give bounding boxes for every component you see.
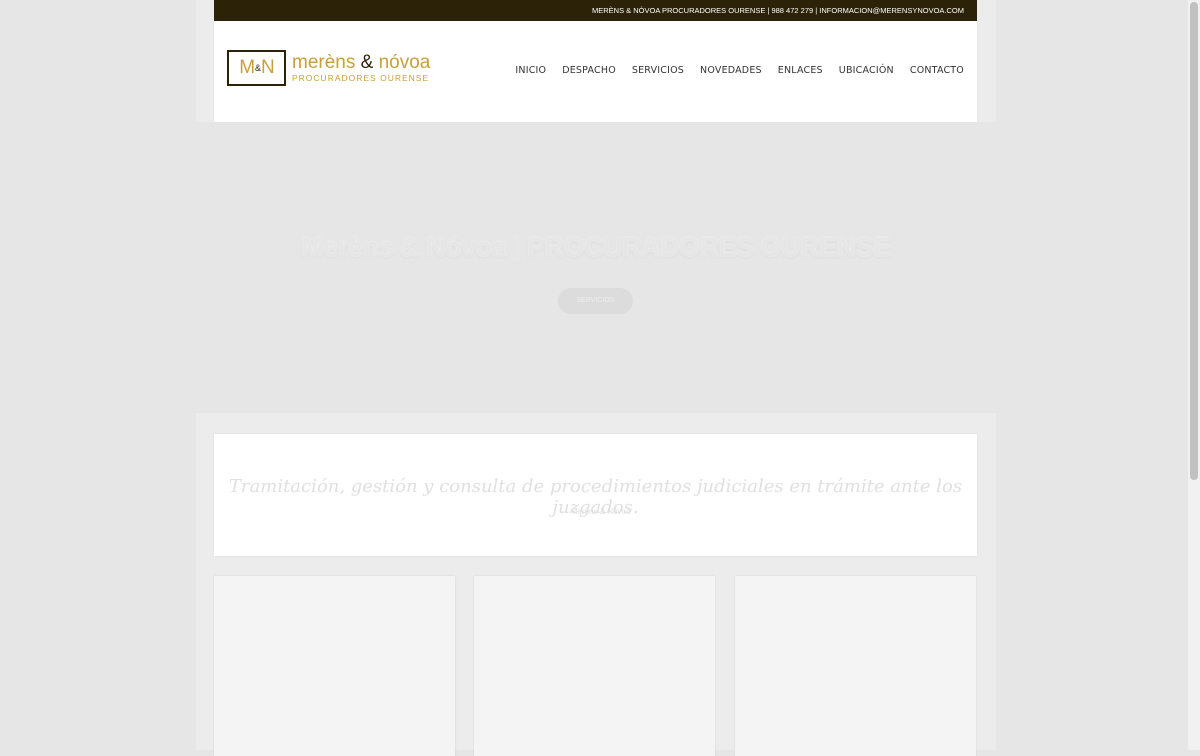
feature-card-3[interactable] <box>735 576 976 756</box>
site-logo[interactable]: M & N merèns & nóvoa PROCURADORES OURENSE <box>227 50 430 86</box>
feature-card-2[interactable] <box>474 576 715 756</box>
top-contact-text: MERÈNS & NÓVOA PROCURADORES OURENSE | 98… <box>591 6 964 15</box>
site-header: M & N merèns & nóvoa PROCURADORES OURENSE … <box>214 21 977 122</box>
logo-name: merèns & nóvoa <box>292 53 430 73</box>
logo-monogram-amp: & <box>255 63 261 73</box>
nav-item-servicios[interactable]: SERVICIOS <box>632 65 684 76</box>
nav-item-despacho[interactable]: DESPACHO <box>562 65 616 76</box>
top-contact-bar: MERÈNS & NÓVOA PROCURADORES OURENSE | 98… <box>214 0 977 21</box>
nav-item-ubicacion[interactable]: UBICACIÓN <box>839 65 894 76</box>
logo-monogram-m: M <box>239 57 255 78</box>
logo-name-amp: & <box>360 52 374 73</box>
hero-services-button[interactable]: SERVICIOS <box>558 288 633 314</box>
nav-item-novedades[interactable]: NOVEDADES <box>700 65 762 76</box>
nav-item-contacto[interactable]: CONTACTO <box>910 65 964 76</box>
logo-monogram: M & N <box>227 50 286 86</box>
main-nav: INICIO DESPACHO SERVICIOS NOVEDADES ENLA… <box>499 65 964 76</box>
scrollbar-thumb[interactable] <box>1190 2 1198 480</box>
page-scrollbar[interactable] <box>1188 0 1200 750</box>
quote-section: Tramitación, gestión y consulta de proce… <box>214 434 977 556</box>
logo-monogram-n: N <box>261 57 275 78</box>
nav-item-enlaces[interactable]: ENLACES <box>778 65 823 76</box>
quote-author: — Merèns & Nóvoa <box>560 507 631 516</box>
logo-subtitle: PROCURADORES OURENSE <box>292 73 430 83</box>
feature-card-1[interactable] <box>214 576 455 756</box>
hero-title: Merèns & Nóvoa | PROCURADORES OURENSE <box>301 232 891 262</box>
nav-item-inicio[interactable]: INICIO <box>515 65 546 76</box>
logo-name-part2: nóvoa <box>373 52 431 73</box>
logo-text: merèns & nóvoa PROCURADORES OURENSE <box>292 53 430 84</box>
hero-section: Merèns & Nóvoa | PROCURADORES OURENSE SE… <box>196 122 996 413</box>
logo-name-part1: merèns <box>292 52 361 73</box>
